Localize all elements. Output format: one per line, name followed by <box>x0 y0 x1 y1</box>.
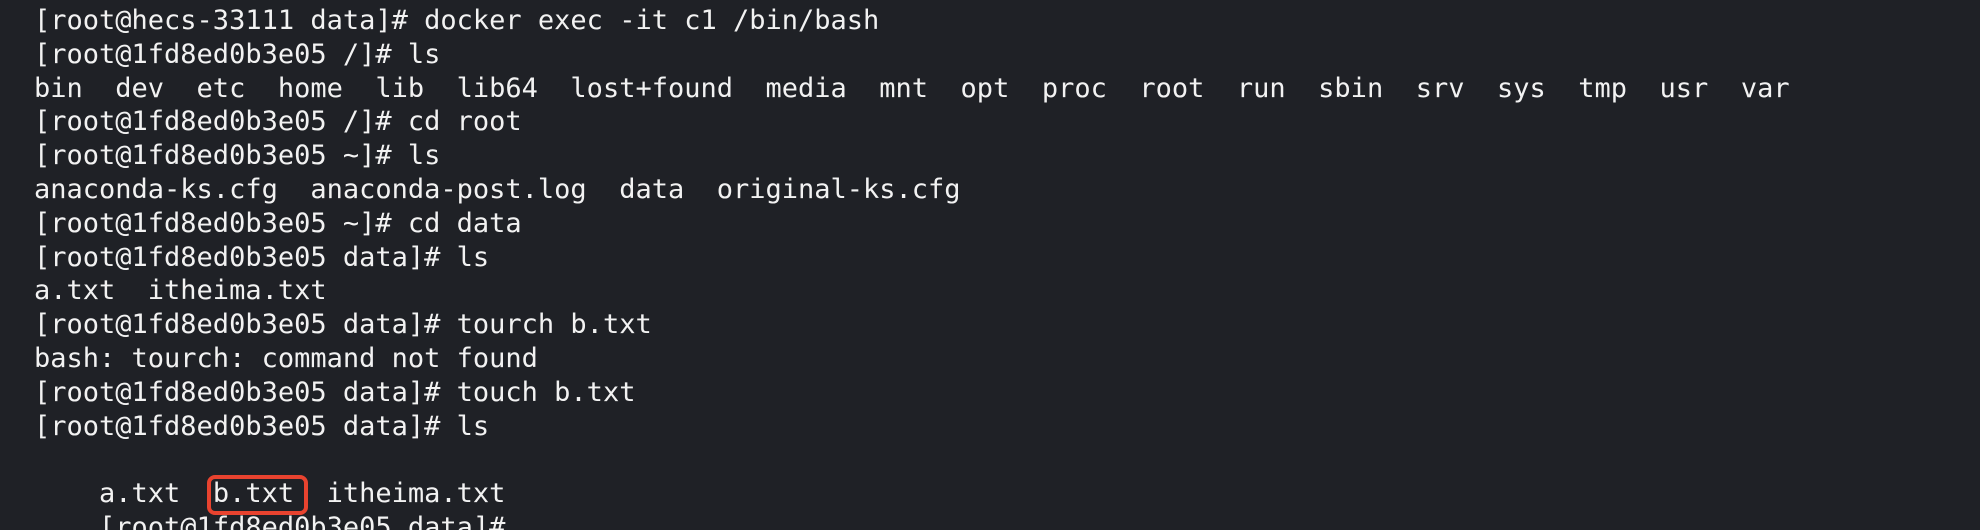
terminal-line: [root@1fd8ed0b3e05 data]# ls <box>34 241 490 273</box>
terminal-line: [root@1fd8ed0b3e05 ~]# ls <box>34 140 441 172</box>
terminal-window[interactable]: [root@hecs-33111 data]# docker exec -it … <box>0 0 1980 530</box>
terminal-line: [root@1fd8ed0b3e05 /]# ls <box>34 38 441 70</box>
file-itheima-txt: itheima.txt <box>294 478 506 510</box>
terminal-line: [root@1fd8ed0b3e05 /]# cd root <box>34 106 522 138</box>
file-a-txt: a.txt <box>99 478 213 510</box>
terminal-line: bin dev etc home lib lib64 lost+found me… <box>34 72 1790 104</box>
terminal-line: [root@1fd8ed0b3e05 ~]# cd data <box>34 207 522 239</box>
ls-output-line: a.txt b.txt itheima.txt <box>34 443 1980 515</box>
highlighted-file-b-txt: b.txt <box>205 475 309 515</box>
terminal-line: bash: tourch: command not found <box>34 342 538 374</box>
terminal-line: anaconda-ks.cfg anaconda-post.log data o… <box>34 173 961 205</box>
terminal-line: [root@1fd8ed0b3e05 data]# touch b.txt <box>34 376 636 408</box>
file-b-txt: b.txt <box>212 478 295 510</box>
terminal-line: a.txt itheima.txt <box>34 275 327 307</box>
terminal-line: [root@hecs-33111 data]# docker exec -it … <box>34 5 880 36</box>
terminal-line: [root@1fd8ed0b3e05 data]# tourch b.txt <box>34 309 652 341</box>
shell-prompt: [root@1fd8ed0b3e05 data]# <box>99 511 522 530</box>
terminal-line: [root@1fd8ed0b3e05 data]# ls <box>34 410 490 442</box>
